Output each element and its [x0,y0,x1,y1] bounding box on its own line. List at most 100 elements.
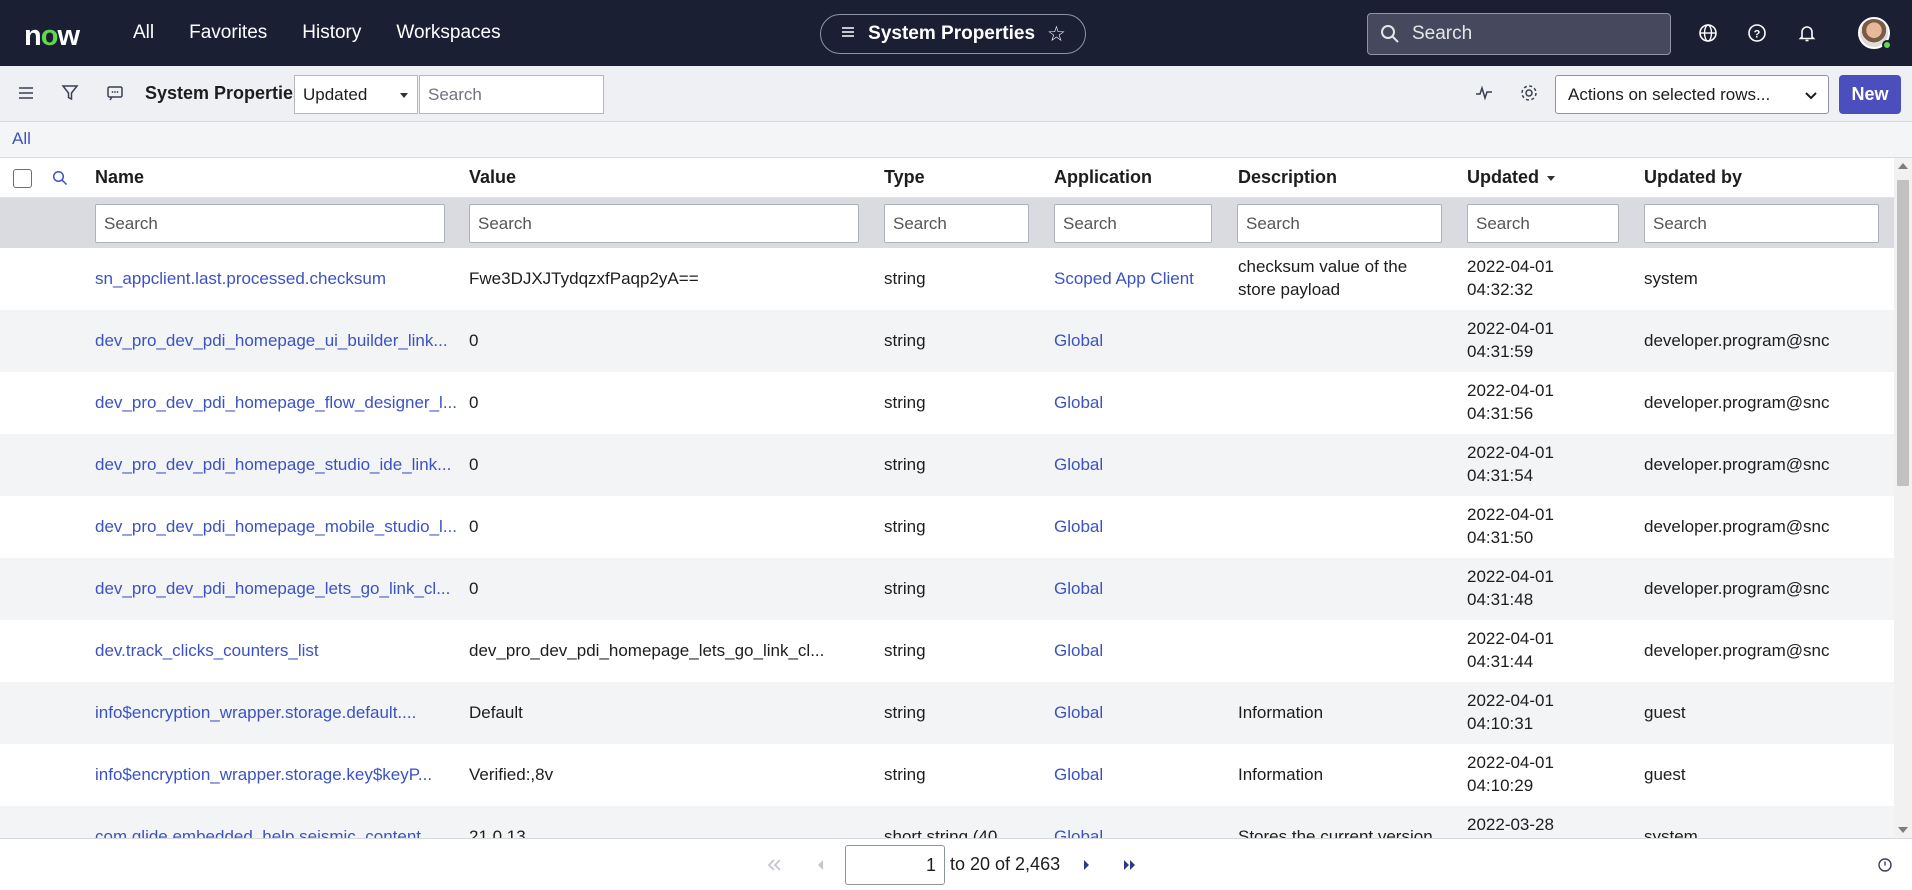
property-name-link[interactable]: dev_pro_dev_pdi_homepage_flow_designer_l… [95,391,457,414]
application-link[interactable]: Global [1054,577,1103,600]
filter-icon[interactable] [60,83,80,103]
application-link[interactable]: Global [1054,453,1103,476]
table-row[interactable]: dev_pro_dev_pdi_homepage_studio_ide_link… [0,434,1894,496]
application-link[interactable]: Global [1054,391,1103,414]
column-header-description[interactable]: Description [1238,167,1337,188]
property-name-link[interactable]: dev_pro_dev_pdi_homepage_mobile_studio_l… [95,515,457,538]
column-header-application[interactable]: Application [1054,167,1152,188]
column-header-updated-by[interactable]: Updated by [1644,167,1742,188]
column-header-type[interactable]: Type [884,167,925,188]
column-header-value[interactable]: Value [469,167,516,188]
property-value: Fwe3DJXJTydqzxfPaqp2yA== [469,269,699,288]
caret-down-icon [400,93,408,98]
updated-time: 04:31:44 [1467,652,1534,671]
previous-page-icon[interactable] [815,857,827,873]
updated-date: 2022-04-01 [1467,753,1554,772]
gear-icon[interactable] [1519,83,1539,103]
application-link[interactable]: Scoped App Client [1054,267,1194,290]
updated-by: system [1644,827,1698,838]
type-filter-input[interactable]: Search [884,204,1029,243]
name-filter-input[interactable]: Search [95,204,445,243]
updated-time: 04:31:50 [1467,528,1534,547]
updated-filter-input[interactable]: Search [1467,204,1619,243]
table-row[interactable]: info$encryption_wrapper.storage.key$keyP… [0,744,1894,806]
table-row[interactable]: dev_pro_dev_pdi_homepage_flow_designer_l… [0,372,1894,434]
global-search-input[interactable]: Search [1367,13,1671,55]
property-name-link[interactable]: dev_pro_dev_pdi_homepage_lets_go_link_cl… [95,577,450,600]
property-name-link[interactable]: sn_appclient.last.processed.checksum [95,267,386,290]
scrollbar-thumb[interactable] [1897,180,1909,486]
column-header-name[interactable]: Name [95,167,144,188]
vertical-scrollbar[interactable] [1894,158,1912,838]
updated-date: 2022-04-01 [1467,629,1554,648]
comment-icon[interactable] [105,83,125,103]
property-value: 0 [469,455,479,474]
nav-favorites[interactable]: Favorites [189,22,267,44]
search-field-select[interactable]: Updated [294,75,418,114]
property-name-link[interactable]: info$encryption_wrapper.storage.default.… [95,701,416,724]
application-link[interactable]: Global [1054,701,1103,724]
description-line-1: Stores the current version [1238,827,1433,838]
property-name-link[interactable]: com.glide.embedded_help.seismic_content.… [95,825,435,838]
online-status-dot [1882,40,1892,50]
new-button[interactable]: New [1839,75,1901,114]
application-link[interactable]: Global [1054,515,1103,538]
activity-icon[interactable] [1474,83,1494,103]
table-row[interactable]: sn_appclient.last.processed.checksum Fwe3… [0,248,1894,310]
application-link[interactable]: Global [1054,329,1103,352]
column-header-updated[interactable]: Updated [1467,167,1555,188]
next-page-icon[interactable] [1080,857,1092,873]
actions-dropdown[interactable]: Actions on selected rows... [1555,75,1829,114]
application-filter-input[interactable]: Search [1054,204,1212,243]
updated-by-filter-input[interactable]: Search [1644,204,1879,243]
application-link[interactable]: Global [1054,639,1103,662]
nav-all[interactable]: All [133,22,154,44]
application-link[interactable]: Global [1054,825,1103,838]
updated-by: system [1644,269,1698,288]
table-header: Name Value Type Application Description … [0,158,1894,198]
page-number-input[interactable]: 1 [845,845,945,885]
table-row[interactable]: dev_pro_dev_pdi_homepage_ui_builder_link… [0,310,1894,372]
updated-date: 2022-04-01 [1467,505,1554,524]
search-icon[interactable] [52,170,68,186]
context-title-pill[interactable]: System Properties ☆ [820,14,1086,54]
description-line-2: store payload [1238,280,1341,299]
description-filter-input[interactable]: Search [1237,204,1442,243]
updated-by: developer.program@snc [1644,641,1830,660]
value-filter-input[interactable]: Search [469,204,859,243]
table-row[interactable]: dev_pro_dev_pdi_homepage_mobile_studio_l… [0,496,1894,558]
scroll-down-icon[interactable] [1898,827,1908,833]
nav-workspaces[interactable]: Workspaces [396,22,500,44]
table-row[interactable]: info$encryption_wrapper.storage.default.… [0,682,1894,744]
bell-icon[interactable] [1795,21,1819,45]
nav-history[interactable]: History [302,22,361,44]
first-page-icon[interactable] [765,857,783,873]
property-name-link[interactable]: dev_pro_dev_pdi_homepage_studio_ide_link… [95,453,451,476]
list-search-input[interactable]: Search [419,75,604,114]
table-row[interactable]: dev.track_clicks_counters_list dev_pro_de… [0,620,1894,682]
servicenow-logo[interactable]: now [24,20,80,53]
star-icon[interactable]: ☆ [1047,22,1066,47]
property-type: string [884,269,926,288]
globe-icon[interactable] [1696,21,1720,45]
response-time-icon[interactable] [1877,857,1893,873]
property-type: string [884,703,926,722]
property-name-link[interactable]: dev_pro_dev_pdi_homepage_ui_builder_link… [95,329,448,352]
top-navigation: now All Favorites History Workspaces Sys… [0,0,1912,66]
property-name-link[interactable]: dev.track_clicks_counters_list [95,639,319,662]
select-all-checkbox[interactable] [13,169,32,188]
table-row[interactable]: com.glide.embedded_help.seismic_content.… [0,806,1894,838]
list-icon [840,23,856,45]
updated-date: 2022-04-01 [1467,319,1554,338]
table-row[interactable]: dev_pro_dev_pdi_homepage_lets_go_link_cl… [0,558,1894,620]
breadcrumb-all[interactable]: All [12,129,31,149]
hamburger-menu-icon[interactable] [16,83,36,103]
actions-label: Actions on selected rows... [1568,85,1771,104]
scroll-up-icon[interactable] [1898,163,1908,169]
help-icon[interactable]: ? [1745,21,1769,45]
property-name-link[interactable]: info$encryption_wrapper.storage.key$keyP… [95,763,432,786]
updated-by: developer.program@snc [1644,455,1830,474]
updated-by: guest [1644,765,1686,784]
last-page-icon[interactable] [1121,857,1139,873]
application-link[interactable]: Global [1054,763,1103,786]
